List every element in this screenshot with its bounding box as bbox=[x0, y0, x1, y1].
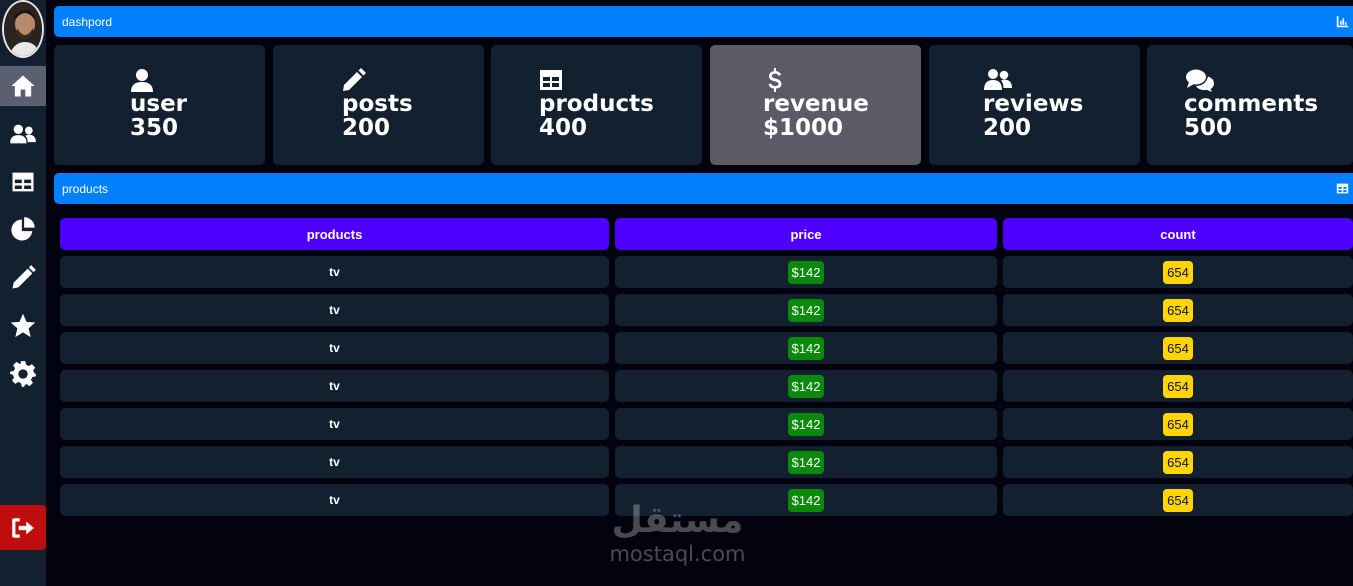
count-badge: 654 bbox=[1163, 412, 1193, 436]
sidebar-item-posts[interactable] bbox=[0, 258, 46, 298]
stat-card-posts[interactable]: posts 200 bbox=[273, 45, 484, 165]
price-badge: $142 bbox=[787, 374, 825, 398]
comments-icon bbox=[1186, 69, 1214, 92]
watermark: مستقل mostaql.com bbox=[595, 500, 760, 580]
stat-card-user[interactable]: user 350 bbox=[54, 45, 265, 165]
column-header-price[interactable]: price bbox=[615, 218, 997, 250]
count-cell: 654 bbox=[1003, 294, 1353, 326]
dashboard-header: dashpord bbox=[54, 6, 1353, 37]
count-cell: 654 bbox=[1003, 256, 1353, 288]
sidebar-item-users[interactable] bbox=[0, 114, 46, 154]
count-cell: 654 bbox=[1003, 484, 1353, 516]
price-cell: $142 bbox=[615, 332, 997, 364]
pencil-icon bbox=[343, 68, 366, 91]
price-badge: $142 bbox=[787, 488, 825, 512]
count-cell: 654 bbox=[1003, 332, 1353, 364]
sidebar-item-analytics[interactable] bbox=[0, 210, 46, 250]
stat-value: 500 bbox=[1184, 115, 1233, 141]
home-icon bbox=[11, 75, 35, 97]
product-cell: tv bbox=[60, 446, 609, 478]
stat-label: comments bbox=[1184, 91, 1319, 117]
stat-value: 200 bbox=[342, 115, 391, 141]
count-badge: 654 bbox=[1163, 298, 1193, 322]
star-icon bbox=[10, 313, 36, 338]
sidebar-item-products[interactable] bbox=[0, 162, 46, 202]
count-badge: 654 bbox=[1163, 374, 1193, 398]
users-icon bbox=[984, 69, 1012, 90]
product-cell: tv bbox=[60, 332, 609, 364]
table-icon bbox=[12, 172, 34, 192]
stat-label: reviews bbox=[983, 91, 1084, 117]
count-badge: 654 bbox=[1163, 488, 1193, 512]
sidebar-item-settings[interactable] bbox=[0, 354, 46, 394]
sign-out-icon bbox=[12, 517, 34, 538]
logout-button[interactable] bbox=[0, 505, 46, 550]
sidebar bbox=[0, 0, 46, 586]
section-title: products bbox=[62, 181, 109, 196]
price-badge: $142 bbox=[787, 336, 825, 360]
stat-card-revenue[interactable]: revenue $1000 bbox=[710, 45, 921, 165]
product-cell: tv bbox=[60, 256, 609, 288]
product-cell: tv bbox=[60, 408, 609, 440]
avatar[interactable] bbox=[2, 0, 44, 58]
price-cell: $142 bbox=[615, 294, 997, 326]
price-badge: $142 bbox=[787, 298, 825, 322]
stat-label: products bbox=[539, 91, 654, 117]
stat-value: 200 bbox=[983, 115, 1032, 141]
products-section-header: products bbox=[54, 173, 1353, 204]
stat-label: revenue bbox=[763, 91, 869, 117]
stat-card-products[interactable]: products 400 bbox=[491, 45, 702, 165]
page-title: dashpord bbox=[62, 14, 113, 29]
price-cell: $142 bbox=[615, 446, 997, 478]
user-icon bbox=[131, 69, 153, 92]
price-badge: $142 bbox=[787, 450, 825, 474]
price-badge: $142 bbox=[787, 260, 825, 284]
stat-value: $1000 bbox=[763, 115, 844, 141]
product-cell: tv bbox=[60, 294, 609, 326]
pencil-icon bbox=[12, 265, 36, 289]
count-badge: 654 bbox=[1163, 336, 1193, 360]
price-badge: $142 bbox=[787, 412, 825, 436]
dollar-icon bbox=[768, 68, 782, 92]
table-icon bbox=[1336, 183, 1349, 194]
column-header-count[interactable]: count bbox=[1003, 218, 1353, 250]
count-badge: 654 bbox=[1163, 450, 1193, 474]
stat-value: 350 bbox=[130, 115, 179, 141]
gear-icon bbox=[10, 361, 36, 387]
product-cell: tv bbox=[60, 484, 609, 516]
stat-label: user bbox=[130, 91, 188, 117]
price-cell: $142 bbox=[615, 408, 997, 440]
sidebar-item-reviews[interactable] bbox=[0, 306, 46, 346]
table-icon bbox=[540, 70, 562, 90]
stat-card-comments[interactable]: comments 500 bbox=[1147, 45, 1353, 165]
price-cell: $142 bbox=[615, 370, 997, 402]
product-cell: tv bbox=[60, 370, 609, 402]
stat-label: posts bbox=[342, 91, 413, 117]
chart-bar-icon bbox=[1336, 15, 1349, 28]
users-icon bbox=[10, 124, 36, 144]
pie-chart-icon bbox=[11, 217, 35, 241]
stat-value: 400 bbox=[539, 115, 588, 141]
count-cell: 654 bbox=[1003, 408, 1353, 440]
watermark-arabic: مستقل bbox=[611, 500, 744, 541]
count-cell: 654 bbox=[1003, 370, 1353, 402]
count-cell: 654 bbox=[1003, 446, 1353, 478]
count-badge: 654 bbox=[1163, 260, 1193, 284]
column-header-products[interactable]: products bbox=[60, 218, 609, 250]
stat-card-reviews[interactable]: reviews 200 bbox=[929, 45, 1140, 165]
price-cell: $142 bbox=[615, 256, 997, 288]
sidebar-item-home[interactable] bbox=[0, 66, 46, 106]
watermark-latin: mostaql.com bbox=[609, 542, 746, 566]
